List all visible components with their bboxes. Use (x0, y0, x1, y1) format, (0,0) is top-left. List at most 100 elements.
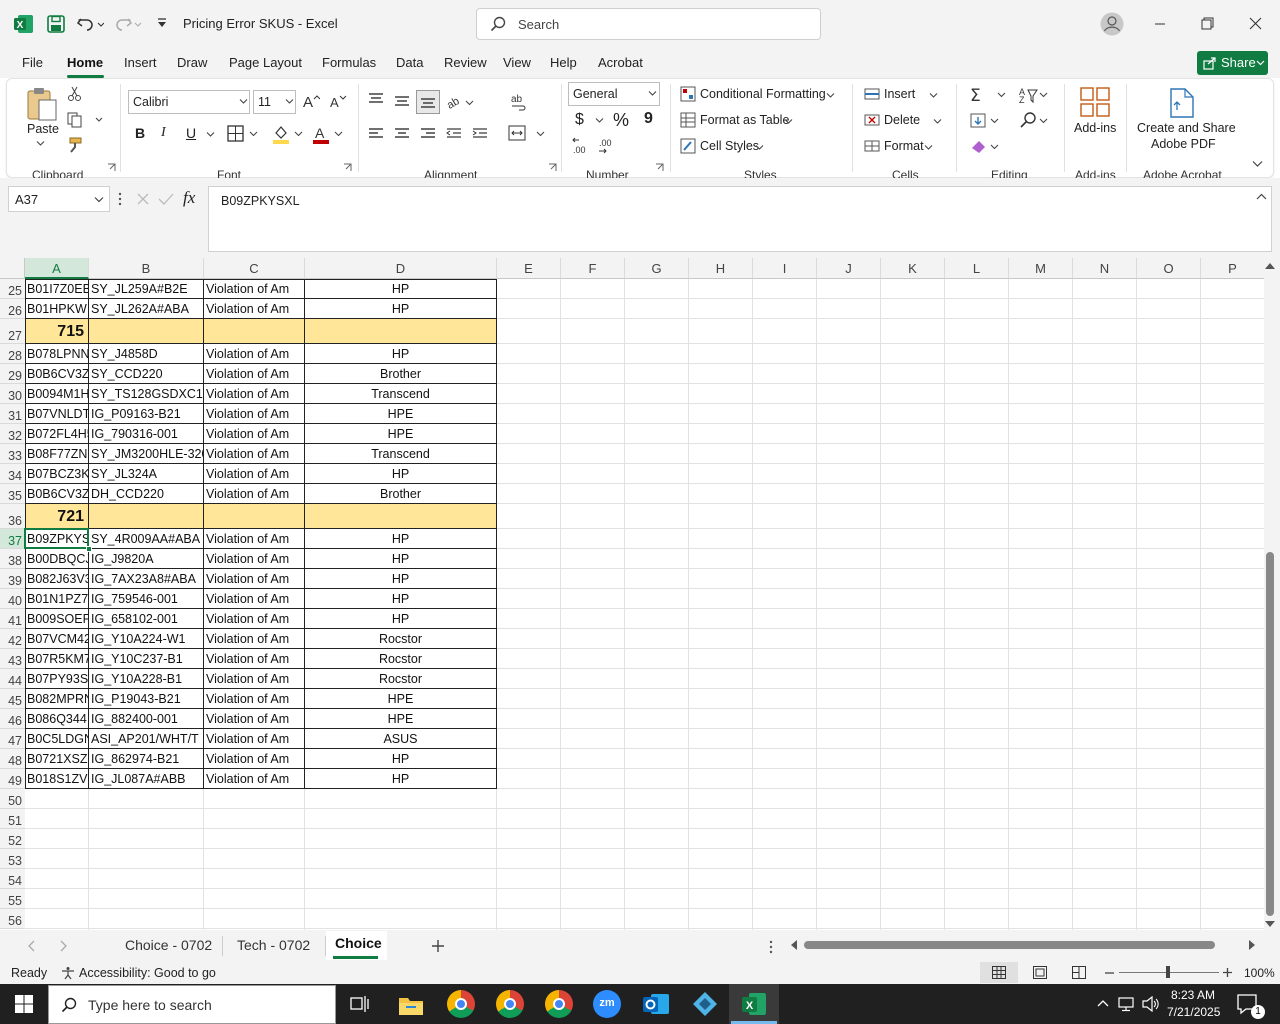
search-input[interactable]: Search (476, 8, 821, 40)
chevron-down-icon[interactable] (94, 196, 104, 203)
app-diamond-icon[interactable] (692, 991, 718, 1017)
tab-page-layout[interactable]: Page Layout (229, 55, 302, 70)
row-header[interactable]: 28 (0, 344, 25, 364)
row-header[interactable]: 25 (0, 279, 25, 299)
cell-styles-button[interactable]: Cell Styles (700, 139, 759, 153)
scroll-left-icon[interactable] (790, 940, 798, 950)
row-header[interactable]: 49 (0, 769, 25, 789)
network-icon[interactable] (1118, 996, 1136, 1012)
insert-function-icon[interactable]: fx (183, 188, 195, 208)
chevron-down-icon[interactable] (595, 117, 604, 124)
row-header[interactable]: 56 (0, 909, 25, 929)
sheet-tab-choice[interactable]: Choice (335, 935, 382, 951)
row-header[interactable]: 29 (0, 364, 25, 384)
tab-insert[interactable]: Insert (124, 55, 157, 70)
scroll-right-icon[interactable] (1248, 940, 1256, 950)
orientation-icon[interactable]: ab (447, 93, 475, 109)
collapse-ribbon-icon[interactable] (1252, 160, 1263, 168)
comma-style-button[interactable]: 9 (644, 110, 653, 128)
fill-handle[interactable] (86, 546, 92, 552)
autosum-icon[interactable]: Σ (970, 86, 1008, 104)
task-view-icon[interactable] (350, 995, 370, 1013)
row-header[interactable]: 26 (0, 299, 25, 319)
delete-cells-button[interactable]: Delete (884, 113, 920, 127)
column-header-p[interactable]: P (1201, 258, 1264, 279)
tab-file[interactable]: File (22, 55, 43, 70)
sheet-tab-tech-0702[interactable]: Tech - 0702 (237, 937, 310, 953)
create-share-pdf-label-1[interactable]: Create and Share (1137, 121, 1236, 135)
tab-help[interactable]: Help (550, 55, 577, 70)
row-header[interactable]: 42 (0, 629, 25, 649)
zoom-level[interactable]: 100% (1244, 966, 1275, 980)
font-name-select[interactable]: Calibri (128, 90, 250, 114)
cell-b[interactable] (89, 849, 203, 869)
cancel-entry-icon[interactable] (136, 192, 150, 206)
clock-date[interactable]: 7/21/2025 (1167, 1005, 1220, 1019)
vertical-scroll-thumb[interactable] (1266, 552, 1274, 916)
copy-icon[interactable] (67, 112, 105, 128)
sheet-tab-choice-0702[interactable]: Choice - 0702 (125, 937, 212, 953)
windows-start-icon[interactable] (15, 995, 33, 1013)
format-as-table-button[interactable]: Format as Table (700, 113, 789, 127)
cell-a[interactable] (25, 789, 88, 809)
cell-a[interactable] (25, 809, 88, 829)
merge-center-icon[interactable] (508, 125, 546, 143)
row-header[interactable]: 38 (0, 549, 25, 569)
column-header-g[interactable]: G (625, 258, 689, 279)
cell-d[interactable] (305, 829, 496, 849)
fill-color-icon[interactable] (272, 124, 304, 144)
cell-d[interactable] (305, 869, 496, 889)
show-hidden-icons-icon[interactable] (1097, 999, 1109, 1007)
column-header-k[interactable]: K (881, 258, 945, 279)
row-header[interactable]: 43 (0, 649, 25, 669)
align-top-icon[interactable] (368, 92, 384, 106)
row-header[interactable]: 41 (0, 609, 25, 629)
cell-b[interactable] (89, 789, 203, 809)
close-icon[interactable] (1240, 10, 1270, 38)
column-header-b[interactable]: B (89, 258, 204, 279)
row-header[interactable]: 50 (0, 789, 25, 809)
share-button[interactable]: Share (1197, 51, 1268, 75)
row-header[interactable]: 35 (0, 484, 25, 504)
spreadsheet-grid[interactable]: ABCDEFGHIJKLMNOP 25 B01I7Z0EB SY_JL259A#B2… (0, 258, 1264, 930)
decrease-font-icon[interactable]: A (329, 93, 347, 109)
align-middle-icon[interactable] (394, 95, 410, 109)
account-icon[interactable] (1100, 12, 1124, 36)
cell-c[interactable] (204, 889, 304, 909)
undo-icon[interactable] (76, 15, 104, 33)
row-header[interactable]: 37 (0, 529, 25, 549)
more-options-icon[interactable] (769, 940, 773, 954)
wrap-text-icon[interactable]: ab (510, 93, 528, 111)
column-header-i[interactable]: I (753, 258, 817, 279)
cell-b[interactable] (89, 869, 203, 889)
format-painter-icon[interactable] (67, 137, 83, 153)
scroll-up-icon[interactable] (1265, 262, 1275, 270)
column-header-f[interactable]: F (561, 258, 625, 279)
percent-button[interactable]: % (613, 110, 629, 131)
increase-indent-icon[interactable] (472, 127, 488, 141)
row-header[interactable]: 34 (0, 464, 25, 484)
redo-icon[interactable] (115, 15, 143, 33)
file-explorer-icon[interactable] (398, 994, 424, 1016)
expand-formula-bar-icon[interactable] (1256, 193, 1267, 201)
zoom-in-icon[interactable] (1223, 968, 1232, 977)
column-header-o[interactable]: O (1137, 258, 1201, 279)
tab-data[interactable]: Data (396, 55, 423, 70)
paste-label[interactable]: Paste (27, 122, 59, 136)
row-header[interactable]: 46 (0, 709, 25, 729)
number-format-select[interactable]: General (568, 82, 660, 106)
column-header-d[interactable]: D (305, 258, 497, 279)
cell-b[interactable] (89, 889, 203, 909)
chevron-down-icon[interactable] (36, 140, 45, 147)
row-header[interactable]: 53 (0, 849, 25, 869)
cell-a[interactable] (25, 889, 88, 909)
format-cells-button[interactable]: Format (884, 139, 924, 153)
chrome-icon[interactable] (447, 990, 475, 1018)
row-header[interactable]: 44 (0, 669, 25, 689)
create-share-pdf-label-2[interactable]: Adobe PDF (1151, 137, 1216, 151)
row-header[interactable]: 40 (0, 589, 25, 609)
zoom-out-icon[interactable] (1105, 972, 1114, 974)
row-header[interactable]: 52 (0, 829, 25, 849)
row-header[interactable]: 33 (0, 444, 25, 464)
font-color-icon[interactable]: A (312, 124, 344, 144)
